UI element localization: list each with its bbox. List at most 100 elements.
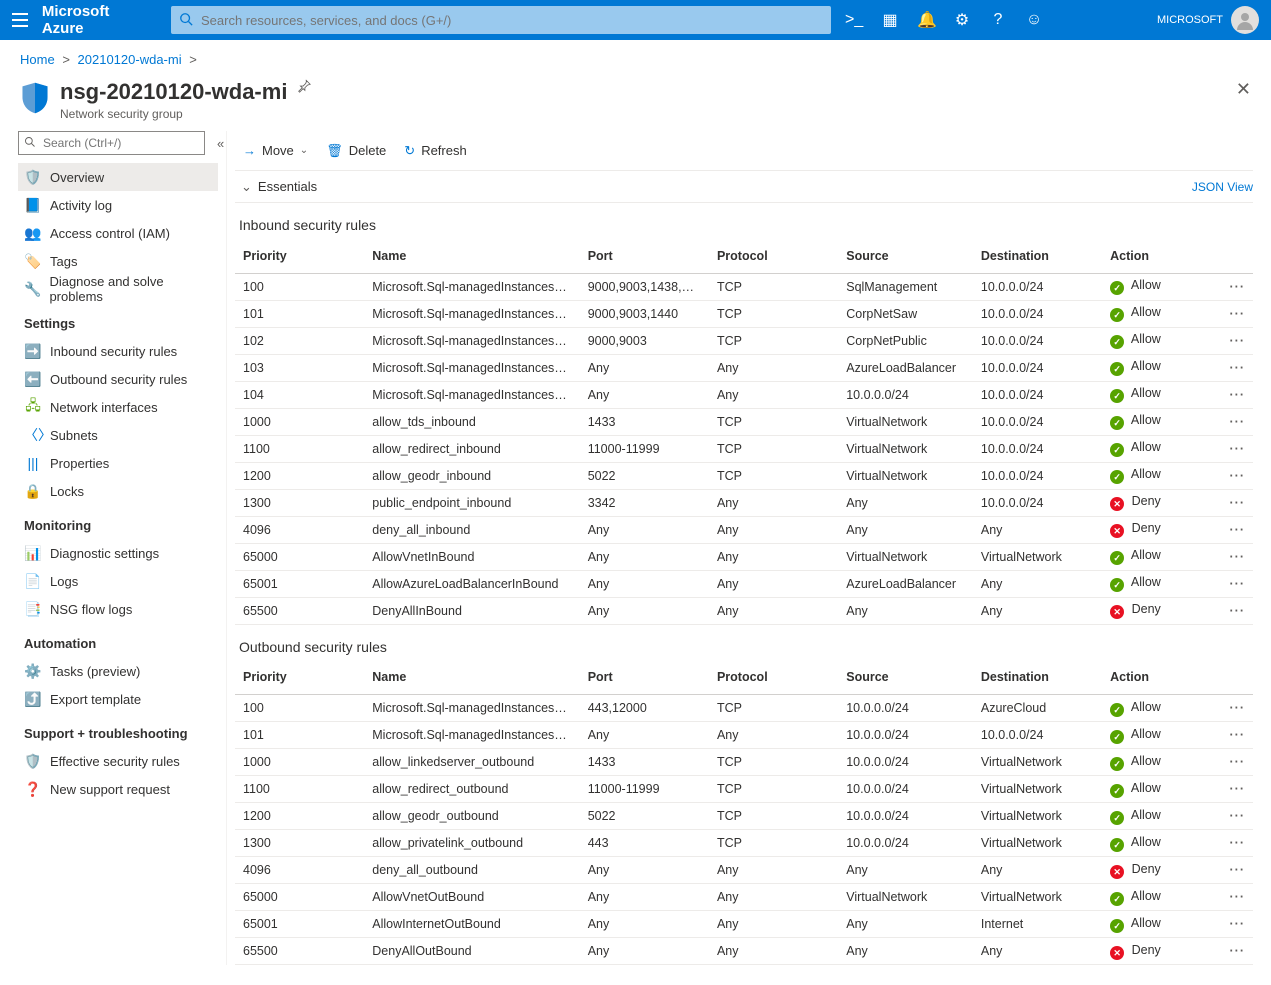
directory-filter-icon[interactable]: ▦ — [881, 10, 899, 30]
sidebar-item[interactable]: 🏷️Tags — [18, 247, 218, 275]
breadcrumb-home[interactable]: Home — [20, 52, 55, 67]
row-more-button[interactable]: ··· — [1210, 273, 1253, 300]
sidebar-item[interactable]: 🛡️Effective security rules — [18, 747, 218, 775]
table-row[interactable]: 101Microsoft.Sql-managedInstances_U...90… — [235, 300, 1253, 327]
essentials-toggle[interactable]: ⌄ Essentials JSON View — [235, 171, 1253, 203]
action-cell: ✓ Allow — [1102, 884, 1210, 911]
sidebar-item[interactable]: 📊Diagnostic settings — [18, 539, 218, 567]
sidebar-item[interactable]: 📑NSG flow logs — [18, 595, 218, 623]
col-priority[interactable]: Priority — [235, 661, 364, 695]
sidebar-item[interactable]: |||Properties — [18, 449, 218, 477]
row-more-button[interactable]: ··· — [1210, 776, 1253, 803]
row-more-button[interactable]: ··· — [1210, 381, 1253, 408]
col-priority[interactable]: Priority — [235, 239, 364, 273]
col-port[interactable]: Port — [580, 239, 709, 273]
row-more-button[interactable]: ··· — [1210, 354, 1253, 381]
table-row[interactable]: 1300allow_privatelink_outbound443TCP10.0… — [235, 830, 1253, 857]
table-row[interactable]: 1100allow_redirect_outbound11000-11999TC… — [235, 776, 1253, 803]
portal-menu-button[interactable] — [12, 13, 28, 27]
row-more-button[interactable]: ··· — [1210, 830, 1253, 857]
table-row[interactable]: 65001AllowInternetOutBoundAnyAnyAnyInter… — [235, 911, 1253, 938]
sidebar-item-icon: 🔧 — [24, 281, 41, 298]
account-area[interactable]: MICROSOFT — [1157, 6, 1259, 34]
sidebar-item[interactable]: 👥Access control (IAM) — [18, 219, 218, 247]
sidebar-search-input[interactable] — [18, 131, 205, 155]
sidebar-item[interactable]: ➡️Inbound security rules — [18, 337, 218, 365]
sidebar-item[interactable]: 📘Activity log — [18, 191, 218, 219]
row-more-button[interactable]: ··· — [1210, 327, 1253, 354]
col-name[interactable]: Name — [364, 239, 579, 273]
table-row[interactable]: 100Microsoft.Sql-managedInstances_U...44… — [235, 695, 1253, 722]
row-more-button[interactable]: ··· — [1210, 543, 1253, 570]
table-row[interactable]: 102Microsoft.Sql-managedInstances_U...90… — [235, 327, 1253, 354]
row-more-button[interactable]: ··· — [1210, 722, 1253, 749]
table-row[interactable]: 4096deny_all_inboundAnyAnyAnyAny✕ Deny··… — [235, 516, 1253, 543]
table-row[interactable]: 1300public_endpoint_inbound3342AnyAny10.… — [235, 489, 1253, 516]
close-icon[interactable]: ✕ — [1236, 79, 1251, 100]
table-row[interactable]: 103Microsoft.Sql-managedInstances_U...An… — [235, 354, 1253, 381]
row-more-button[interactable]: ··· — [1210, 884, 1253, 911]
delete-button[interactable]: 🗑 Delete — [326, 143, 386, 159]
row-more-button[interactable]: ··· — [1210, 570, 1253, 597]
col-port[interactable]: Port — [580, 661, 709, 695]
col-protocol[interactable]: Protocol — [709, 661, 838, 695]
cloud-shell-icon[interactable]: >_ — [845, 11, 863, 29]
table-row[interactable]: 4096deny_all_outboundAnyAnyAnyAny✕ Deny·… — [235, 857, 1253, 884]
sidebar-item[interactable]: 🔒Locks — [18, 477, 218, 505]
sidebar-item[interactable]: 🖧Network interfaces — [18, 393, 218, 421]
table-row[interactable]: 104Microsoft.Sql-managedInstances_U...An… — [235, 381, 1253, 408]
row-more-button[interactable]: ··· — [1210, 300, 1253, 327]
feedback-icon[interactable]: ☺ — [1025, 11, 1043, 29]
row-more-button[interactable]: ··· — [1210, 516, 1253, 543]
row-more-button[interactable]: ··· — [1210, 489, 1253, 516]
sidebar-item[interactable]: ⤴️Export template — [18, 685, 218, 713]
row-more-button[interactable]: ··· — [1210, 938, 1253, 965]
table-row[interactable]: 65000AllowVnetInBoundAnyAnyVirtualNetwor… — [235, 543, 1253, 570]
table-row[interactable]: 65500DenyAllOutBoundAnyAnyAnyAny✕ Deny··… — [235, 938, 1253, 965]
col-destination[interactable]: Destination — [973, 661, 1102, 695]
sidebar-item[interactable]: ❓New support request — [18, 775, 218, 803]
table-row[interactable]: 65000AllowVnetOutBoundAnyAnyVirtualNetwo… — [235, 884, 1253, 911]
row-more-button[interactable]: ··· — [1210, 408, 1253, 435]
global-search-input[interactable] — [171, 6, 831, 34]
col-destination[interactable]: Destination — [973, 239, 1102, 273]
json-view-link[interactable]: JSON View — [1192, 180, 1253, 194]
settings-icon[interactable]: ⚙ — [953, 10, 971, 30]
row-more-button[interactable]: ··· — [1210, 695, 1253, 722]
col-protocol[interactable]: Protocol — [709, 239, 838, 273]
row-more-button[interactable]: ··· — [1210, 749, 1253, 776]
table-row[interactable]: 1200allow_geodr_outbound5022TCP10.0.0.0/… — [235, 803, 1253, 830]
col-source[interactable]: Source — [838, 661, 973, 695]
col-name[interactable]: Name — [364, 661, 579, 695]
table-row[interactable]: 1200allow_geodr_inbound5022TCPVirtualNet… — [235, 462, 1253, 489]
table-row[interactable]: 1100allow_redirect_inbound11000-11999TCP… — [235, 435, 1253, 462]
row-more-button[interactable]: ··· — [1210, 435, 1253, 462]
sidebar-item[interactable]: 🛡️Overview — [18, 163, 218, 191]
sidebar-item[interactable]: 🔧Diagnose and solve problems — [18, 275, 218, 303]
notifications-icon[interactable]: 🔔 — [917, 10, 935, 30]
sidebar-item[interactable]: ⚙️Tasks (preview) — [18, 657, 218, 685]
table-row[interactable]: 100Microsoft.Sql-managedInstances_U...90… — [235, 273, 1253, 300]
move-button[interactable]: → Move ⌄ — [243, 143, 308, 158]
table-row[interactable]: 65001AllowAzureLoadBalancerInBoundAnyAny… — [235, 570, 1253, 597]
row-more-button[interactable]: ··· — [1210, 857, 1253, 884]
row-more-button[interactable]: ··· — [1210, 597, 1253, 624]
refresh-button[interactable]: ↻ Refresh — [404, 143, 466, 159]
row-more-button[interactable]: ··· — [1210, 803, 1253, 830]
row-more-button[interactable]: ··· — [1210, 911, 1253, 938]
help-icon[interactable]: ? — [989, 11, 1007, 29]
col-source[interactable]: Source — [838, 239, 973, 273]
row-more-button[interactable]: ··· — [1210, 462, 1253, 489]
table-row[interactable]: 101Microsoft.Sql-managedInstances_U...An… — [235, 722, 1253, 749]
sidebar-item[interactable]: 〈〉Subnets — [18, 421, 218, 449]
table-row[interactable]: 1000allow_tds_inbound1433TCPVirtualNetwo… — [235, 408, 1253, 435]
table-row[interactable]: 65500DenyAllInBoundAnyAnyAnyAny✕ Deny··· — [235, 597, 1253, 624]
col-action[interactable]: Action — [1102, 661, 1210, 695]
breadcrumb-parent[interactable]: 20210120-wda-mi — [78, 52, 182, 67]
table-row[interactable]: 1000allow_linkedserver_outbound1433TCP10… — [235, 749, 1253, 776]
sidebar-item[interactable]: 📄Logs — [18, 567, 218, 595]
pin-icon[interactable] — [297, 79, 311, 96]
col-action[interactable]: Action — [1102, 239, 1210, 273]
collapse-sidebar-icon[interactable]: « — [213, 136, 228, 151]
sidebar-item[interactable]: ⬅️Outbound security rules — [18, 365, 218, 393]
